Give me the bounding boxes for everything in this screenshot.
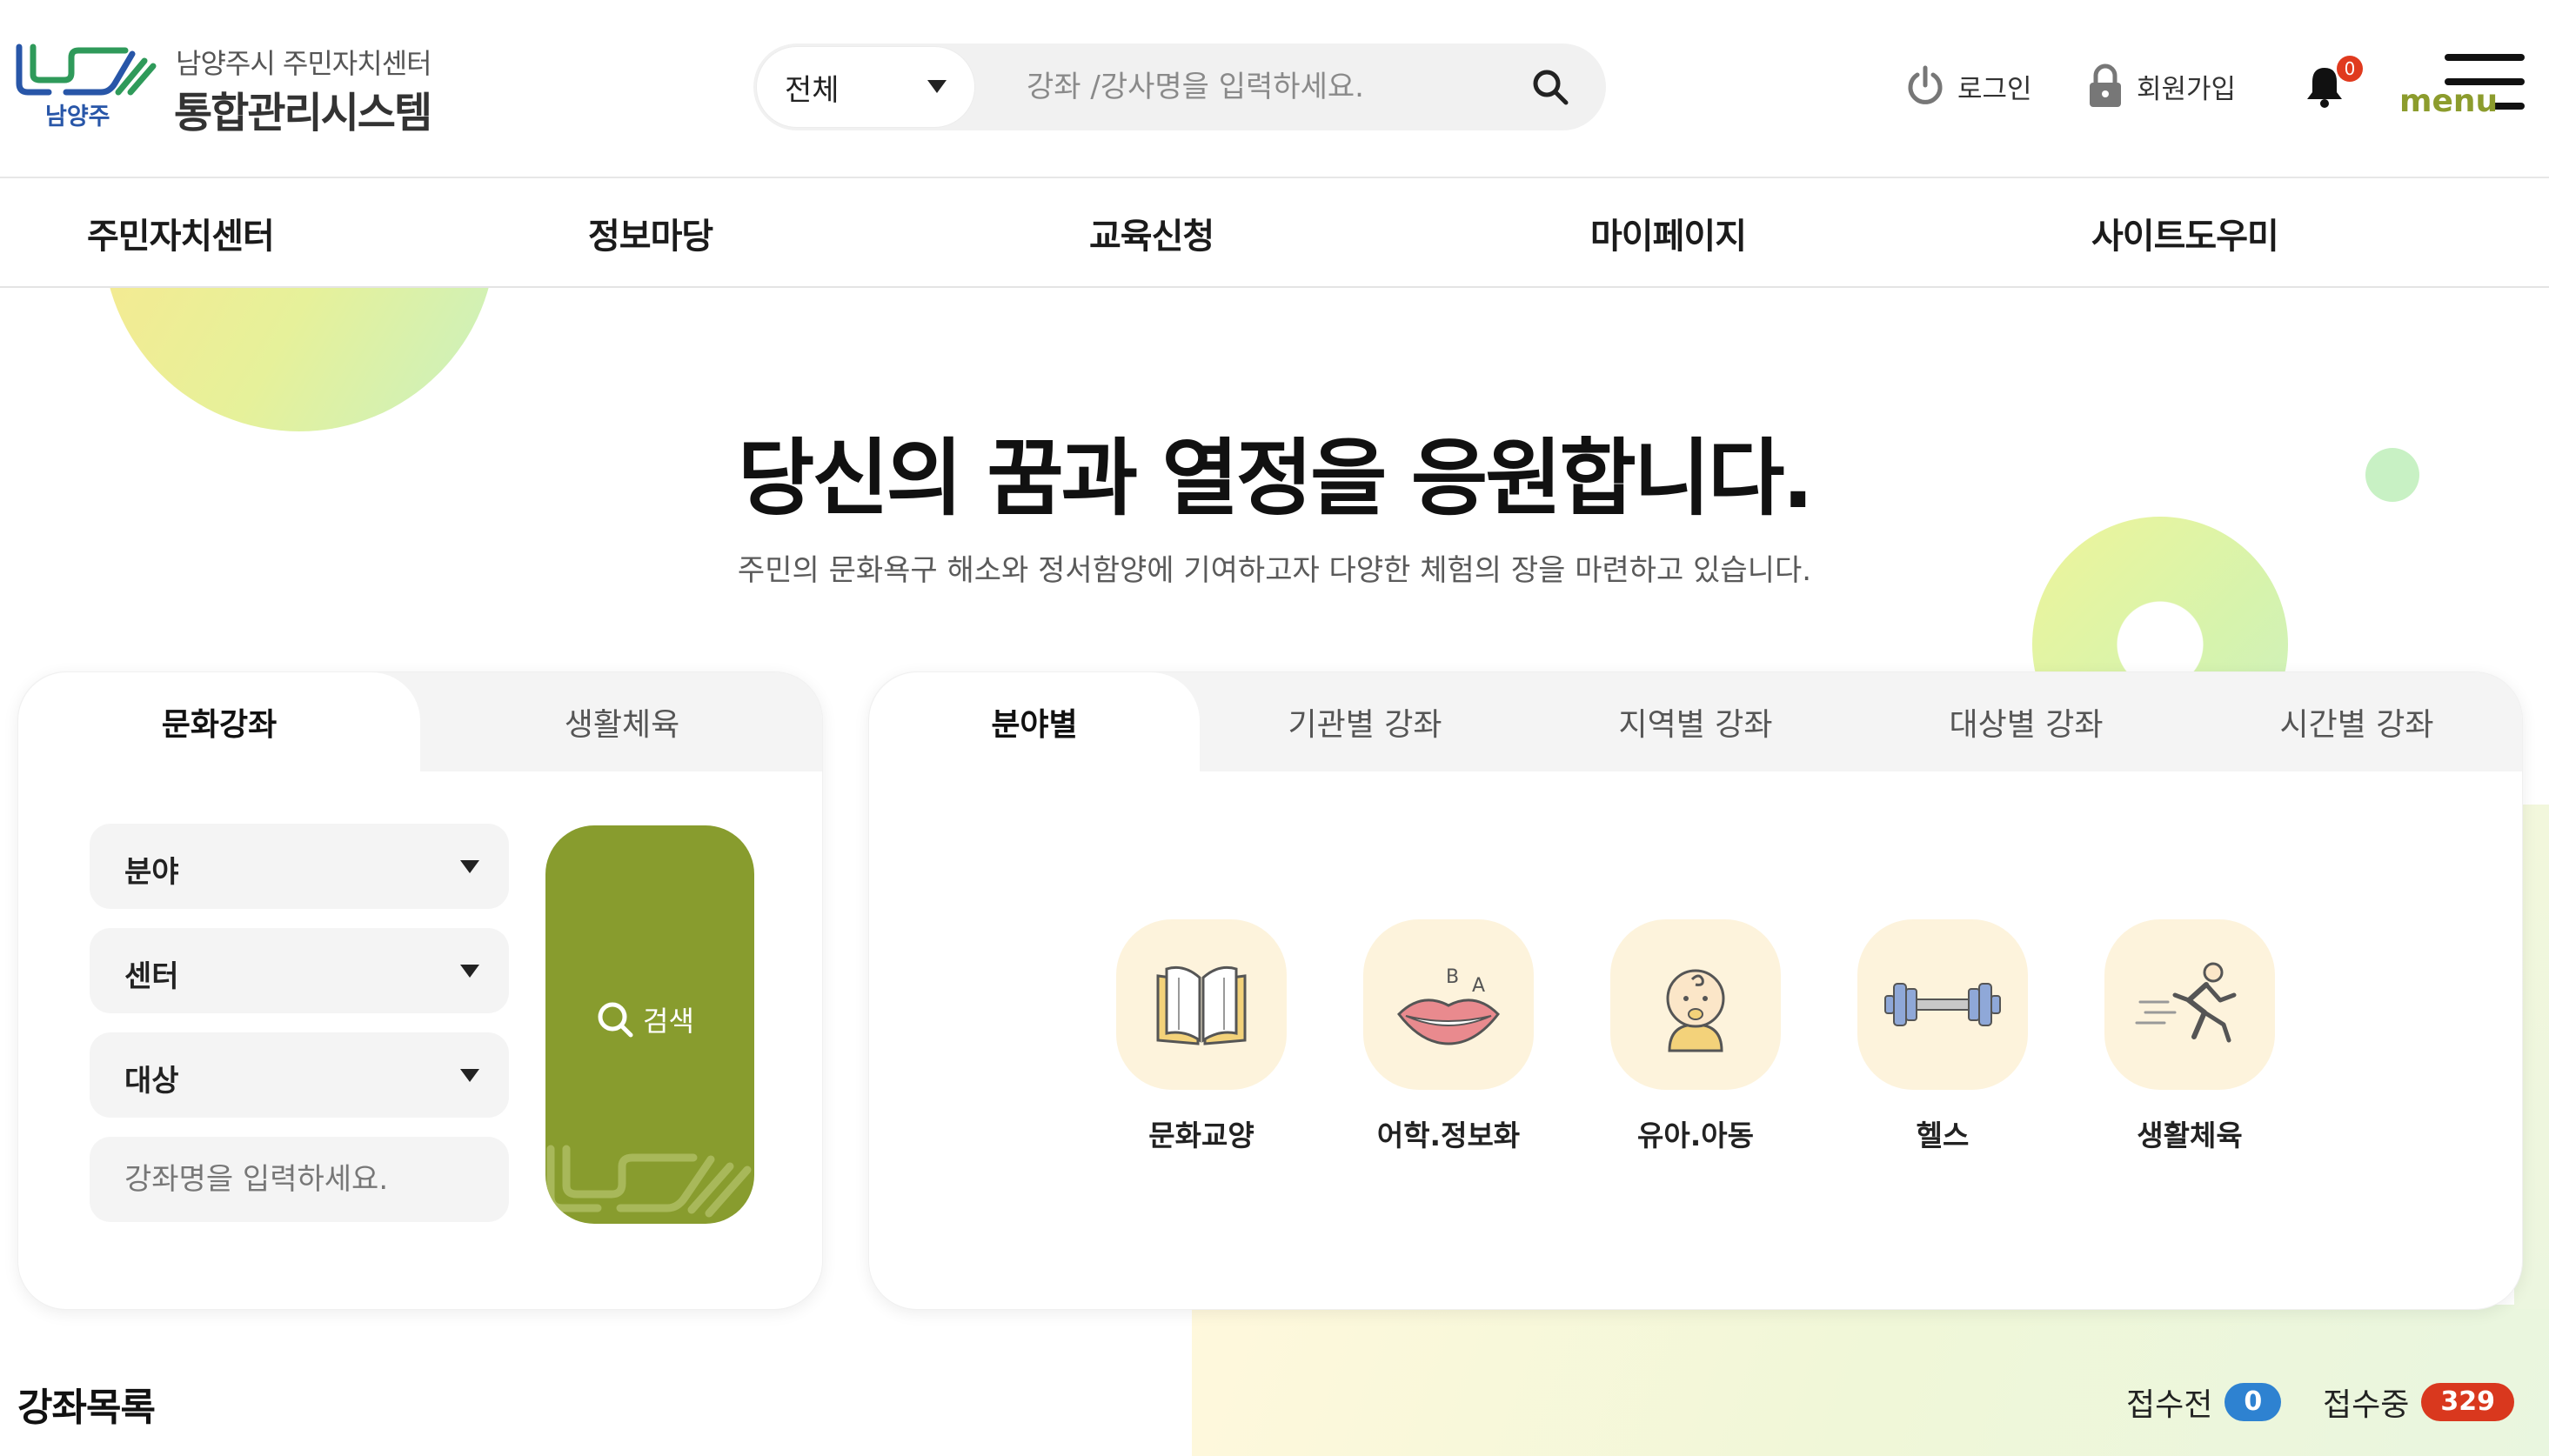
search-button-label: 검색 xyxy=(643,1005,694,1038)
search-scope-select[interactable]: 전체 xyxy=(757,47,974,127)
site-header: 남양주 남양주시 주민자치센터 통합관리시스템 전체 로그인 회원가입 0 me… xyxy=(0,0,2549,178)
category-label: 헬스 xyxy=(1916,1119,1970,1152)
logo-title[interactable]: 통합관리시스템 xyxy=(174,78,432,139)
logo-subtitle: 남양주시 주민자치센터 xyxy=(176,47,432,80)
notification-count-badge: 0 xyxy=(2337,56,2363,82)
category-label: 유아.아동 xyxy=(1637,1119,1754,1152)
category-label: 생활체육 xyxy=(2137,1119,2243,1152)
category-culture[interactable]: 문화교양 xyxy=(1114,919,1288,1154)
nav-item-site-help[interactable]: 사이트도우미 xyxy=(2091,208,2279,258)
chevron-down-icon xyxy=(460,1069,479,1082)
category-panel: 분야별 기관별 강좌 지역별 강좌 대상별 강좌 시간별 강좌 문화교양 B A xyxy=(868,671,2523,1310)
logo-city-name: 남양주 xyxy=(45,104,110,130)
tab-by-time[interactable]: 시간별 강좌 xyxy=(2191,672,2522,771)
search-icon[interactable] xyxy=(1529,66,1571,108)
status-before-label: 접수전 xyxy=(2126,1387,2213,1423)
dumbbell-icon xyxy=(1857,919,2028,1090)
hero-title: 당신의 꿈과 열정을 응원합니다. xyxy=(738,430,1814,527)
center-select[interactable]: 센터 xyxy=(90,928,509,1013)
category-life-sports[interactable]: 생활체육 xyxy=(2103,919,2277,1154)
course-search-panel: 문화강좌 생활체육 분야 센터 대상 검색 xyxy=(17,671,823,1310)
chevron-down-icon xyxy=(927,80,947,93)
chevron-down-icon xyxy=(460,860,479,873)
svg-text:A: A xyxy=(1472,975,1485,997)
tab-by-target[interactable]: 대상별 강좌 xyxy=(1861,672,2191,771)
field-select-label: 분야 xyxy=(124,855,179,890)
search-button-content: 검색 xyxy=(596,999,694,1039)
menu-label[interactable]: menu xyxy=(2399,83,2498,119)
login-link[interactable]: 로그인 xyxy=(1905,61,2032,111)
power-icon xyxy=(1908,65,1943,104)
tab-by-field[interactable]: 분야별 xyxy=(869,672,1200,771)
tab-life-sports[interactable]: 생활체육 xyxy=(420,672,822,771)
status-open[interactable]: 접수중 329 xyxy=(2323,1379,2514,1425)
category-label: 어학.정보화 xyxy=(1376,1119,1521,1152)
course-name-input[interactable] xyxy=(90,1137,509,1222)
logo-watermark-icon xyxy=(546,1145,752,1218)
nav-item-mypage[interactable]: 마이페이지 xyxy=(1590,208,1747,258)
lock-icon xyxy=(2090,63,2121,107)
category-children[interactable]: 유아.아동 xyxy=(1609,919,1783,1154)
baby-icon xyxy=(1610,919,1781,1090)
category-health[interactable]: 헬스 xyxy=(1856,919,2030,1154)
join-label: 회원가입 xyxy=(2137,73,2237,105)
nav-item-education-apply[interactable]: 교육신청 xyxy=(1089,208,1214,258)
main-navigation: 주민자치센터 정보마당 교육신청 마이페이지 사이트도우미 xyxy=(0,178,2549,288)
course-search-button[interactable]: 검색 xyxy=(545,825,754,1224)
tab-by-region[interactable]: 지역별 강좌 xyxy=(1530,672,1861,771)
field-select[interactable]: 분야 xyxy=(90,824,509,909)
status-open-label: 접수중 xyxy=(2323,1387,2410,1423)
category-panel-tabs: 분야별 기관별 강좌 지역별 강좌 대상별 강좌 시간별 강좌 xyxy=(869,672,2522,771)
login-label: 로그인 xyxy=(1957,73,2032,105)
tab-by-institution[interactable]: 기관별 강좌 xyxy=(1200,672,1530,771)
hamburger-line-icon xyxy=(2445,54,2525,61)
book-icon xyxy=(1116,919,1287,1090)
runner-icon xyxy=(2104,919,2275,1090)
center-select-label: 센터 xyxy=(124,959,179,994)
nav-item-resident-center[interactable]: 주민자치센터 xyxy=(87,208,275,258)
lips-language-icon: B A xyxy=(1363,919,1534,1090)
category-label: 문화교양 xyxy=(1148,1119,1254,1152)
tab-culture-course[interactable]: 문화강좌 xyxy=(18,672,420,771)
search-panel-tabs: 문화강좌 생활체육 xyxy=(18,672,822,771)
svg-text:B: B xyxy=(1446,966,1459,988)
target-select-label: 대상 xyxy=(124,1064,179,1099)
status-open-count-badge: 329 xyxy=(2421,1383,2514,1421)
join-link[interactable]: 회원가입 xyxy=(2086,61,2236,111)
chevron-down-icon xyxy=(460,965,479,978)
status-before[interactable]: 접수전 0 xyxy=(2126,1379,2282,1425)
hero-subtitle: 주민의 문화욕구 해소와 정서함양에 기여하고자 다양한 체험의 장을 마련하고… xyxy=(737,553,1812,588)
category-language[interactable]: B A 어학.정보화 xyxy=(1361,919,1535,1154)
search-icon xyxy=(598,1002,633,1038)
search-scope-value: 전체 xyxy=(785,73,840,108)
course-list-title: 강좌목록 xyxy=(17,1386,156,1430)
nav-item-info[interactable]: 정보마당 xyxy=(588,208,713,258)
global-search-input[interactable] xyxy=(1027,54,1514,120)
status-before-count-badge: 0 xyxy=(2225,1383,2282,1421)
target-select[interactable]: 대상 xyxy=(90,1032,509,1118)
